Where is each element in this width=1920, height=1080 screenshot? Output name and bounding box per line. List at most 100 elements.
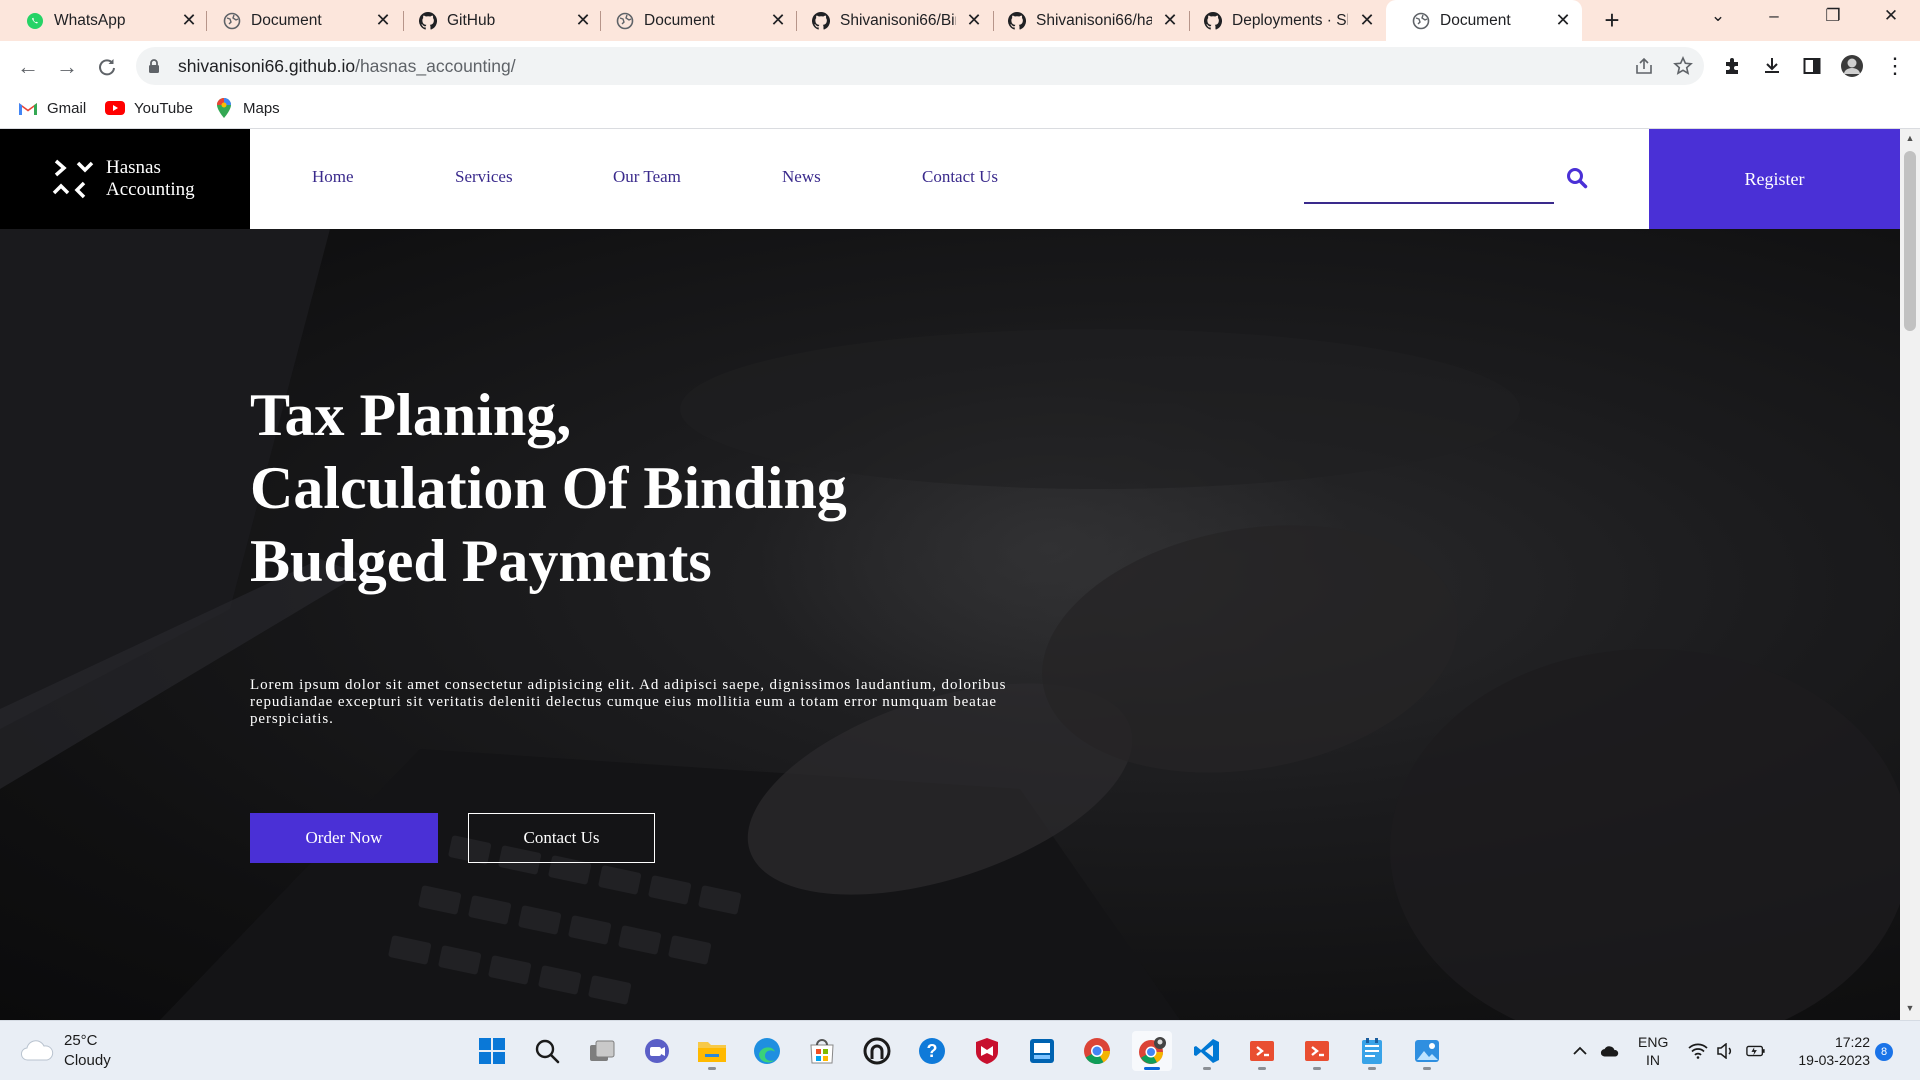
mcafee-icon[interactable]	[967, 1031, 1007, 1071]
nav-contact-us[interactable]: Contact Us	[922, 167, 998, 187]
reload-button[interactable]	[91, 51, 123, 83]
git-icon[interactable]	[1242, 1031, 1282, 1071]
chevron-up-icon[interactable]	[1570, 1041, 1590, 1061]
brand-logo[interactable]: Hasnas Accounting	[0, 129, 250, 229]
running-indicator	[1258, 1067, 1266, 1070]
tab-title: Deployments · Sh	[1232, 12, 1348, 29]
notepad-icon[interactable]	[1352, 1031, 1392, 1071]
github-icon	[1204, 12, 1222, 30]
extensions-icon[interactable]	[1717, 51, 1747, 81]
tab-github[interactable]: GitHub ✕	[393, 0, 593, 41]
chrome-profile-icon[interactable]	[1132, 1031, 1172, 1071]
page-scrollbar[interactable]: ▲ ▼	[1900, 129, 1920, 1020]
brand-line-1: Hasnas	[106, 157, 161, 178]
help-icon[interactable]: ?	[912, 1031, 952, 1071]
globe-icon	[223, 12, 241, 30]
minimize-button[interactable]: –	[1756, 6, 1792, 34]
search-underline	[1304, 202, 1554, 204]
order-now-button[interactable]: Order Now	[250, 813, 438, 863]
maps-icon	[214, 98, 234, 118]
contact-us-button[interactable]: Contact Us	[468, 813, 655, 863]
hero-title: Tax Planing, Calculation Of Binding Budg…	[250, 379, 950, 598]
tab-github-repo-2[interactable]: Shivanisoni66/ha ✕	[982, 0, 1180, 41]
window-close-button[interactable]: ✕	[1873, 6, 1909, 34]
edge-icon[interactable]	[747, 1031, 787, 1071]
onedrive-icon[interactable]	[1600, 1041, 1620, 1061]
clock-time: 17:22	[1834, 1034, 1870, 1050]
nav-services[interactable]: Services	[455, 167, 513, 187]
scroll-down-icon[interactable]: ▼	[1904, 1003, 1916, 1015]
search-icon[interactable]	[527, 1031, 567, 1071]
lock-icon[interactable]	[148, 58, 160, 74]
language-indicator[interactable]: ENG IN	[1638, 1033, 1668, 1069]
bookmark-gmail[interactable]: Gmail	[18, 95, 86, 121]
back-button[interactable]: ←	[12, 51, 44, 83]
logo-chevrons-icon	[52, 159, 94, 199]
bookmark-star-icon[interactable]	[1668, 51, 1698, 81]
download-icon[interactable]	[1757, 51, 1787, 81]
close-icon[interactable]: ✕	[1356, 9, 1378, 31]
volume-icon[interactable]	[1716, 1041, 1736, 1061]
language-line-2: IN	[1646, 1052, 1660, 1068]
app-icon[interactable]	[1022, 1031, 1062, 1071]
github-icon	[419, 12, 437, 30]
tab-github-repo-1[interactable]: Shivanisoni66/Bir ✕	[786, 0, 986, 41]
tab-document-2[interactable]: Document ✕	[590, 0, 790, 41]
github-desktop-icon[interactable]	[857, 1031, 897, 1071]
new-tab-button[interactable]: +	[1598, 7, 1626, 35]
bookmark-youtube[interactable]: YouTube	[105, 95, 193, 121]
language-line-1: ENG	[1638, 1034, 1669, 1050]
chat-icon[interactable]	[637, 1031, 677, 1071]
git-icon[interactable]	[1297, 1031, 1337, 1071]
chrome-icon[interactable]	[1077, 1031, 1117, 1071]
running-indicator	[1368, 1067, 1376, 1070]
menu-icon[interactable]: ⋮	[1880, 51, 1910, 81]
scroll-up-icon[interactable]: ▲	[1904, 133, 1916, 145]
tab-search-icon[interactable]: ⌄	[1700, 6, 1736, 34]
tab-whatsapp[interactable]: WhatsApp ✕	[0, 0, 200, 41]
running-indicator	[1423, 1067, 1431, 1070]
scrollbar-thumb[interactable]	[1904, 151, 1916, 331]
tab-document-1[interactable]: Document ✕	[197, 0, 397, 41]
search-icon[interactable]	[1565, 166, 1589, 190]
url-text: shivanisoni66.github.io/hasnas_accountin…	[178, 56, 516, 77]
search-input[interactable]	[1304, 169, 1554, 201]
url-host: shivanisoni66.github.io	[178, 56, 356, 76]
register-button[interactable]: Register	[1649, 129, 1900, 229]
side-panel-icon[interactable]	[1797, 51, 1827, 81]
close-icon[interactable]: ✕	[372, 9, 394, 31]
profile-avatar[interactable]	[1837, 51, 1867, 81]
battery-icon[interactable]	[1746, 1041, 1766, 1061]
bookmark-maps[interactable]: Maps	[214, 95, 280, 121]
vscode-icon[interactable]	[1187, 1031, 1227, 1071]
task-view-icon[interactable]	[582, 1031, 622, 1071]
running-indicator	[1203, 1067, 1211, 1070]
url-path: /hasnas_accounting/	[355, 56, 516, 76]
restore-button[interactable]: ❐	[1815, 6, 1851, 34]
wifi-icon[interactable]	[1688, 1041, 1708, 1061]
hero-background-image	[0, 229, 1900, 1020]
brand-line-2: Accounting	[106, 179, 195, 200]
nav-news[interactable]: News	[782, 167, 821, 187]
taskbar: 25°C Cloudy ? ENG IN 17:22 19-03-2023 8	[0, 1020, 1920, 1080]
tab-deployments[interactable]: Deployments · Sh ✕	[1178, 0, 1378, 41]
photos-icon[interactable]	[1407, 1031, 1447, 1071]
tab-title: Document	[1440, 12, 1511, 29]
tab-document-active[interactable]: Document ✕	[1386, 0, 1582, 41]
nav-our-team[interactable]: Our Team	[613, 167, 681, 187]
tab-title: Document	[251, 12, 322, 29]
notification-badge[interactable]: 8	[1875, 1043, 1893, 1061]
share-icon[interactable]	[1629, 51, 1659, 81]
nav-home[interactable]: Home	[312, 167, 354, 187]
weather-temp: 25°C	[64, 1032, 98, 1049]
github-icon	[812, 12, 830, 30]
store-icon[interactable]	[802, 1031, 842, 1071]
close-icon[interactable]: ✕	[1552, 9, 1574, 31]
address-bar[interactable]: shivanisoni66.github.io/hasnas_accountin…	[136, 47, 1704, 85]
hero-title-line-3: Budged Payments	[250, 528, 712, 594]
system-clock[interactable]: 17:22 19-03-2023	[1780, 1033, 1870, 1069]
windows-start-icon[interactable]	[472, 1031, 512, 1071]
browser-tabstrip: WhatsApp ✕ Document ✕ GitHub ✕ Document …	[0, 0, 1920, 41]
forward-button[interactable]: →	[51, 51, 83, 83]
file-explorer-icon[interactable]	[692, 1031, 732, 1071]
